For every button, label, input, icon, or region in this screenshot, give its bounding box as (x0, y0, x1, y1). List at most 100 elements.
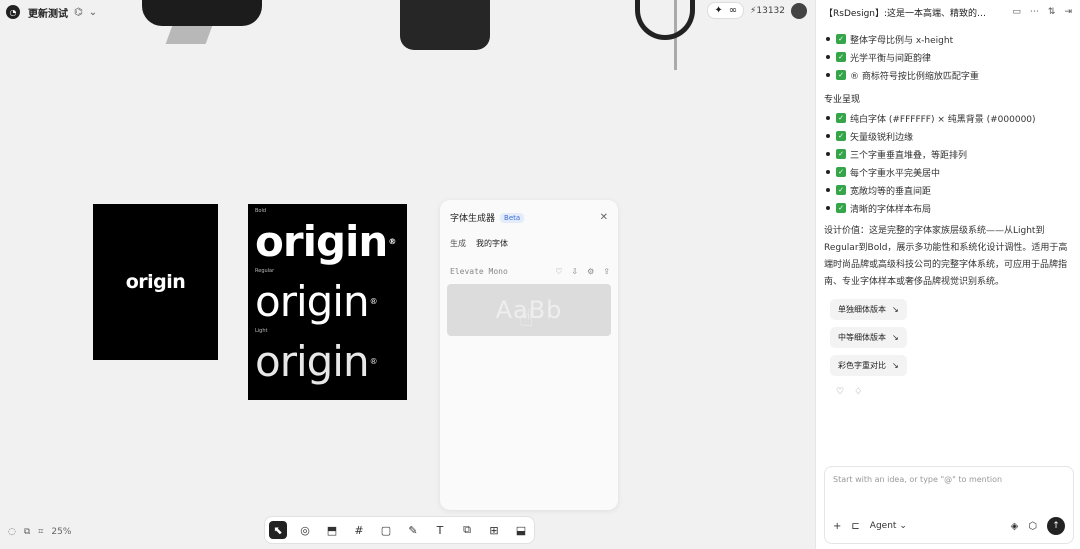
text-tool[interactable]: T (431, 521, 449, 539)
chat-panel: 【RsDesign】:这是一本高端、精致的… ▭ ⋯ ⇅ ⇥ ✓ 整体字母比例与 … (815, 0, 1080, 549)
checkmark-icon: ✓ (836, 70, 846, 80)
generate-video-tool[interactable]: ⬓ (512, 521, 530, 539)
registered-icon: ® (369, 297, 378, 306)
bullet-list: ✓ 纯白字体 (#FFFFFF) × 纯黑背景 (#000000) ✓ 矢量级锐利边… (824, 109, 1068, 217)
checkmark-icon: ✓ (836, 149, 846, 159)
list-item: ✓ 三个字重垂直堆叠，等距排列 (824, 145, 1068, 163)
checkmark-icon: ✓ (836, 203, 846, 213)
chat-input-right: ◈ ⬡ ↑ (1011, 517, 1065, 535)
canvas-bottom-left: ◌ ⧉ ⌗ 25% (8, 527, 71, 537)
origin-logo-card[interactable]: origin (93, 204, 218, 360)
top-right-tools: ✦ ∞ ⚡13132 (707, 2, 807, 19)
list-item: ✓ 每个字重水平完美居中 (824, 163, 1068, 181)
registered-icon: ® (388, 237, 396, 246)
checkmark-icon: ✓ (836, 113, 846, 123)
hand-cursor-icon: ☝ (519, 304, 535, 332)
font-panel-tabs: 生成 我的字体 (440, 224, 618, 249)
list-item: ✓ 光学平衡与间距韵律 (824, 48, 1068, 66)
checkmark-icon: ✓ (836, 167, 846, 177)
beta-badge: Beta (500, 212, 525, 223)
idea-icon[interactable]: ◈ (1011, 521, 1019, 532)
upload-tool[interactable]: ⧉ (458, 521, 476, 539)
canvas[interactable]: ◔ 更新测试 ⌬ ⌄ ✦ ∞ ⚡13132 origin Bold origin… (0, 0, 815, 549)
list-item: ✓ 宽敞均等的垂直间距 (824, 181, 1068, 199)
close-icon[interactable]: ✕ (600, 212, 608, 223)
more-icon[interactable]: ⋯ (1030, 7, 1039, 17)
pen-tool[interactable]: ✎ (404, 521, 422, 539)
list-item: ✓ 矢量级锐利边缘 (824, 127, 1068, 145)
tab-generate[interactable]: 生成 (450, 238, 466, 249)
like-icon[interactable]: ♡ (555, 267, 562, 276)
canvas-toolbar: ⬉ ◎ ⬒ # ▢ ✎ T ⧉ ⊞ ⬓ (264, 516, 535, 544)
font-generator-panel: 字体生成器 Beta ✕ 生成 我的字体 Elevate Mono ♡ ⇩ ⚙ … (440, 200, 618, 510)
chat-input-toolbar: + ⊏ Agent ⌄ ◈ ⬡ ↑ (833, 517, 1065, 535)
tab-my-fonts[interactable]: 我的字体 (476, 238, 508, 249)
chevron-down-icon[interactable]: ⌄ (89, 7, 97, 18)
avatar[interactable] (791, 2, 807, 19)
chat-message: ✓ 整体字母比例与 x-height ✓ 光学平衡与间距韵律 ✓ ® 商标符号按比例缩… (816, 24, 1080, 397)
help-icon[interactable]: ◌ (8, 527, 16, 537)
agent-selector[interactable]: Agent ⌄ (870, 521, 907, 531)
font-preview[interactable]: AaBb ☝ (447, 284, 611, 336)
collapse-icon[interactable]: ⇥ (1064, 7, 1072, 17)
bullet-list: ✓ 整体字母比例与 x-height ✓ 光学平衡与间距韵律 ✓ ® 商标符号按比例缩… (824, 30, 1068, 84)
image-tool[interactable]: ⬒ (323, 521, 341, 539)
origin-weights-card[interactable]: Bold origin ® Regular origin ® Light origi… (248, 204, 407, 400)
generate-image-tool[interactable]: ⊞ (485, 521, 503, 539)
share-icon[interactable]: ⇅ (1048, 7, 1056, 17)
mode-switch[interactable]: ✦ ∞ (707, 2, 745, 19)
font-panel-header: 字体生成器 Beta ✕ (440, 200, 618, 224)
app-logo-icon[interactable]: ◔ (6, 5, 20, 19)
frame-tool[interactable]: # (350, 521, 368, 539)
chevron-down-icon: ⌄ (899, 521, 907, 531)
list-item: ✓ ® 商标符号按比例缩放匹配字重 (824, 66, 1068, 84)
thumbs-up-icon[interactable]: ♡ (836, 387, 844, 397)
feedback-row: ♡ ♢ (824, 383, 1068, 397)
project-settings-icon[interactable]: ⌬ (74, 7, 83, 18)
list-item: ✓ 清晰的字体样本布局 (824, 199, 1068, 217)
suggestion-chip[interactable]: 单独细体版本 ↘ (830, 299, 907, 320)
suggestion-chip[interactable]: 彩色字重对比 ↘ (830, 355, 907, 376)
add-icon[interactable]: + (833, 521, 841, 532)
registered-icon: ® (369, 357, 378, 366)
export-icon[interactable]: ⇪ (603, 267, 610, 276)
font-item[interactable]: Elevate Mono ♡ ⇩ ⚙ ⇪ (440, 249, 618, 276)
checkmark-icon: ✓ (836, 185, 846, 195)
origin-wordmark: origin (125, 271, 186, 293)
model-icon[interactable]: ⬡ (1028, 521, 1037, 532)
layers-icon[interactable]: ⧉ (24, 527, 30, 537)
arrow-icon: ↘ (892, 333, 899, 342)
download-icon[interactable]: ⇩ (571, 267, 578, 276)
mark-tool[interactable]: ◎ (296, 521, 314, 539)
list-item: ✓ 纯白字体 (#FFFFFF) × 纯黑背景 (#000000) (824, 109, 1068, 127)
credits-count: ⚡13132 (750, 5, 785, 16)
shape-tool[interactable]: ▢ (377, 521, 395, 539)
sparkle-icon[interactable]: ✦ (714, 5, 722, 16)
origin-light-word: origin ® (255, 337, 378, 386)
suggestion-chip[interactable]: 中等细体版本 ↘ (830, 327, 907, 348)
send-button[interactable]: ↑ (1047, 517, 1065, 535)
window-icon[interactable]: ▭ (1012, 7, 1021, 17)
origin-regular-word: origin ® (255, 277, 378, 326)
sidebar-icon[interactable]: ⊏ (851, 521, 859, 532)
checkmark-icon: ✓ (836, 34, 846, 44)
project-name[interactable]: 更新测试 (28, 5, 68, 20)
chat-title[interactable]: 【RsDesign】:这是一本高端、精致的… (824, 6, 1004, 19)
chat-input-placeholder[interactable]: Start with an idea, or type "@" to menti… (833, 475, 1065, 484)
settings-icon[interactable]: ⚙ (587, 267, 594, 276)
grid-icon[interactable]: ⌗ (38, 527, 43, 537)
chat-header-icons: ▭ ⋯ ⇅ ⇥ (1012, 7, 1072, 17)
checkmark-icon: ✓ (836, 52, 846, 62)
thumbs-down-icon[interactable]: ♢ (854, 387, 862, 397)
infinity-icon[interactable]: ∞ (729, 5, 737, 16)
arrow-icon: ↘ (892, 305, 899, 314)
select-tool[interactable]: ⬉ (269, 521, 287, 539)
zoom-level[interactable]: 25% (51, 527, 71, 537)
font-actions: ♡ ⇩ ⚙ ⇪ (555, 267, 610, 276)
font-name: Elevate Mono (450, 267, 508, 276)
chat-header: 【RsDesign】:这是一本高端、精致的… ▭ ⋯ ⇅ ⇥ (816, 0, 1080, 24)
section-title: 专业呈现 (824, 95, 861, 105)
origin-bold-word: origin ® (255, 217, 396, 266)
arrow-icon: ↘ (892, 361, 899, 370)
chat-input[interactable]: Start with an idea, or type "@" to menti… (824, 466, 1074, 544)
